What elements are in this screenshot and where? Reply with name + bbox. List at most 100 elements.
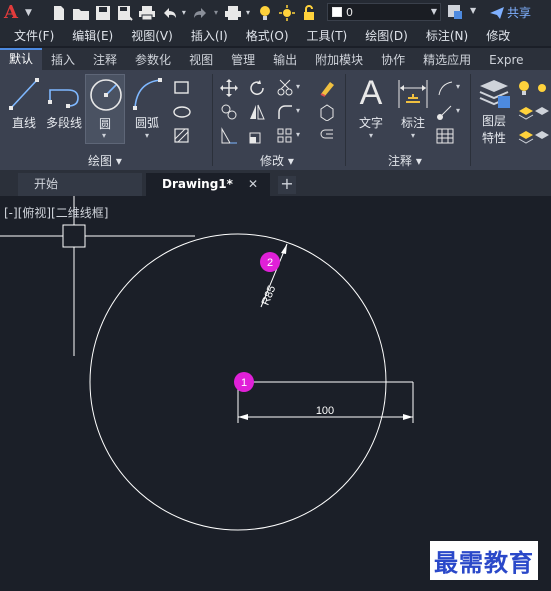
table-icon[interactable]: [436, 127, 454, 145]
tab-annotate[interactable]: 注释: [84, 50, 126, 70]
menu-file[interactable]: 文件(F): [0, 27, 54, 44]
app-logo[interactable]: A: [4, 2, 24, 23]
tab-drawing1[interactable]: Drawing1* ✕: [146, 173, 270, 196]
layer-tools-caret[interactable]: ▼: [470, 6, 476, 15]
sun-icon[interactable]: [278, 4, 296, 22]
menu-tools[interactable]: 工具(T): [293, 27, 348, 44]
layer-value: 0: [346, 5, 353, 19]
qat-customize-icon[interactable]: ▾: [246, 8, 250, 17]
tab-collaborate[interactable]: 协作: [372, 50, 414, 70]
layer-properties-button[interactable]: 图层 特性: [475, 74, 513, 146]
multileader-dropdown-icon[interactable]: ▾: [456, 106, 460, 115]
menu-modify[interactable]: 修改: [472, 27, 510, 44]
fillet-icon[interactable]: [276, 103, 294, 121]
mirror-icon[interactable]: [248, 103, 266, 121]
move-icon[interactable]: [220, 79, 238, 97]
radius-arrow: [281, 244, 287, 254]
leader-dropdown-icon[interactable]: ▾: [456, 82, 460, 91]
copy-icon[interactable]: [220, 103, 238, 121]
tab-parametric[interactable]: 参数化: [126, 50, 180, 70]
layer-isolate-icon[interactable]: [533, 127, 551, 145]
fillet-dropdown-icon[interactable]: ▾: [296, 106, 300, 115]
redo-dropdown-icon[interactable]: ▾: [214, 8, 218, 17]
share-button[interactable]: 共享: [490, 4, 531, 21]
explode-icon[interactable]: [318, 103, 336, 121]
line-button[interactable]: 直线: [8, 76, 40, 131]
lightbulb-icon[interactable]: [256, 4, 274, 22]
new-file-icon[interactable]: [50, 4, 68, 22]
trim-icon[interactable]: [276, 79, 294, 97]
stretch-icon[interactable]: [220, 127, 238, 145]
scale-icon[interactable]: [248, 127, 266, 145]
tab-drawing1-label: Drawing1*: [162, 177, 233, 191]
line-icon: [9, 78, 39, 110]
arc-button[interactable]: 圆弧 ▾: [130, 76, 164, 140]
undo-dropdown-icon[interactable]: ▾: [182, 8, 186, 17]
multileader-icon[interactable]: [436, 103, 454, 121]
print-icon[interactable]: [138, 4, 156, 22]
app-menu-caret[interactable]: ▼: [25, 8, 32, 18]
undo-icon[interactable]: [160, 4, 178, 22]
rectangle-icon[interactable]: [173, 79, 191, 97]
rotate-icon[interactable]: [248, 79, 266, 97]
document-tabs: 开始 Drawing1* ✕ +: [0, 170, 551, 196]
dimension-button[interactable]: 标注 ▾: [395, 76, 431, 140]
cursor-pickbox: [62, 224, 86, 248]
radius-dimension-text: R85: [260, 284, 279, 307]
menu-format[interactable]: 格式(O): [232, 27, 289, 44]
array-icon[interactable]: [276, 127, 294, 145]
redo-icon[interactable]: [192, 4, 210, 22]
layers-stack-icon: [479, 80, 510, 108]
layer-tool-icon-2[interactable]: [533, 103, 551, 121]
erase-icon[interactable]: [318, 79, 336, 97]
tab-output[interactable]: 输出: [264, 50, 306, 70]
save-as-icon[interactable]: [116, 4, 134, 22]
open-folder-icon[interactable]: [72, 4, 90, 22]
layer-properties-label-2: 特性: [481, 131, 506, 145]
tab-insert[interactable]: 插入: [42, 50, 84, 70]
layer-properties-label-1: 图层: [481, 114, 506, 128]
new-tab-button[interactable]: +: [278, 176, 296, 194]
panel-separator: [345, 74, 346, 166]
tab-featured-apps[interactable]: 精选应用: [414, 50, 480, 70]
menu-draw[interactable]: 绘图(D): [351, 27, 408, 44]
array-dropdown-icon[interactable]: ▾: [296, 130, 300, 139]
lock-icon[interactable]: [300, 4, 318, 22]
menu-edit[interactable]: 编辑(E): [58, 27, 113, 44]
layer-dropdown[interactable]: 0 ▼: [327, 3, 441, 21]
ellipse-icon[interactable]: [173, 103, 191, 121]
close-icon[interactable]: ✕: [248, 173, 258, 196]
leader-icon[interactable]: [436, 79, 454, 97]
annotate-panel-title[interactable]: 注释 ▾: [388, 152, 422, 169]
step-marker-1-text: 1: [241, 377, 247, 389]
arc-dropdown-icon: ▾: [144, 131, 149, 140]
draw-panel-title[interactable]: 绘图 ▾: [88, 152, 122, 169]
drawing-svg: R85 100 1 2: [0, 196, 414, 531]
polyline-button[interactable]: 多段线: [44, 76, 84, 131]
circle-button[interactable]: 圆 ▾: [85, 74, 125, 144]
tab-default[interactable]: 默认: [0, 48, 43, 70]
plot-icon[interactable]: [224, 4, 242, 22]
step-marker-2-text: 2: [267, 257, 273, 269]
tab-view[interactable]: 视图: [180, 50, 222, 70]
menu-insert[interactable]: 插入(I): [177, 27, 228, 44]
menu-view[interactable]: 视图(V): [117, 27, 173, 44]
circle-dropdown-icon: ▾: [102, 131, 107, 140]
drawing-canvas[interactable]: R85 100 1 2 [-][俯视][二维线框] 最需教育: [0, 196, 551, 591]
hatch-icon[interactable]: [173, 127, 191, 145]
tab-express[interactable]: Expre: [480, 50, 532, 70]
tab-start[interactable]: 开始: [18, 173, 142, 196]
layer-thaw-sun-icon[interactable]: [533, 79, 551, 97]
trim-dropdown-icon[interactable]: ▾: [296, 82, 300, 91]
layer-properties-icon[interactable]: [446, 3, 464, 21]
circle-label: 圆: [98, 117, 111, 131]
viewport-controls-label[interactable]: [-][俯视][二维线框]: [4, 204, 108, 221]
tab-addins[interactable]: 附加模块: [306, 50, 372, 70]
save-icon[interactable]: [94, 4, 112, 22]
menu-dimension[interactable]: 标注(N): [412, 27, 468, 44]
text-button[interactable]: A 文字 ▾: [353, 74, 389, 140]
modify-panel-title[interactable]: 修改 ▾: [260, 152, 294, 169]
offset-icon[interactable]: [318, 127, 336, 145]
dimension-dropdown-icon: ▾: [410, 131, 415, 140]
tab-manage[interactable]: 管理: [222, 50, 264, 70]
